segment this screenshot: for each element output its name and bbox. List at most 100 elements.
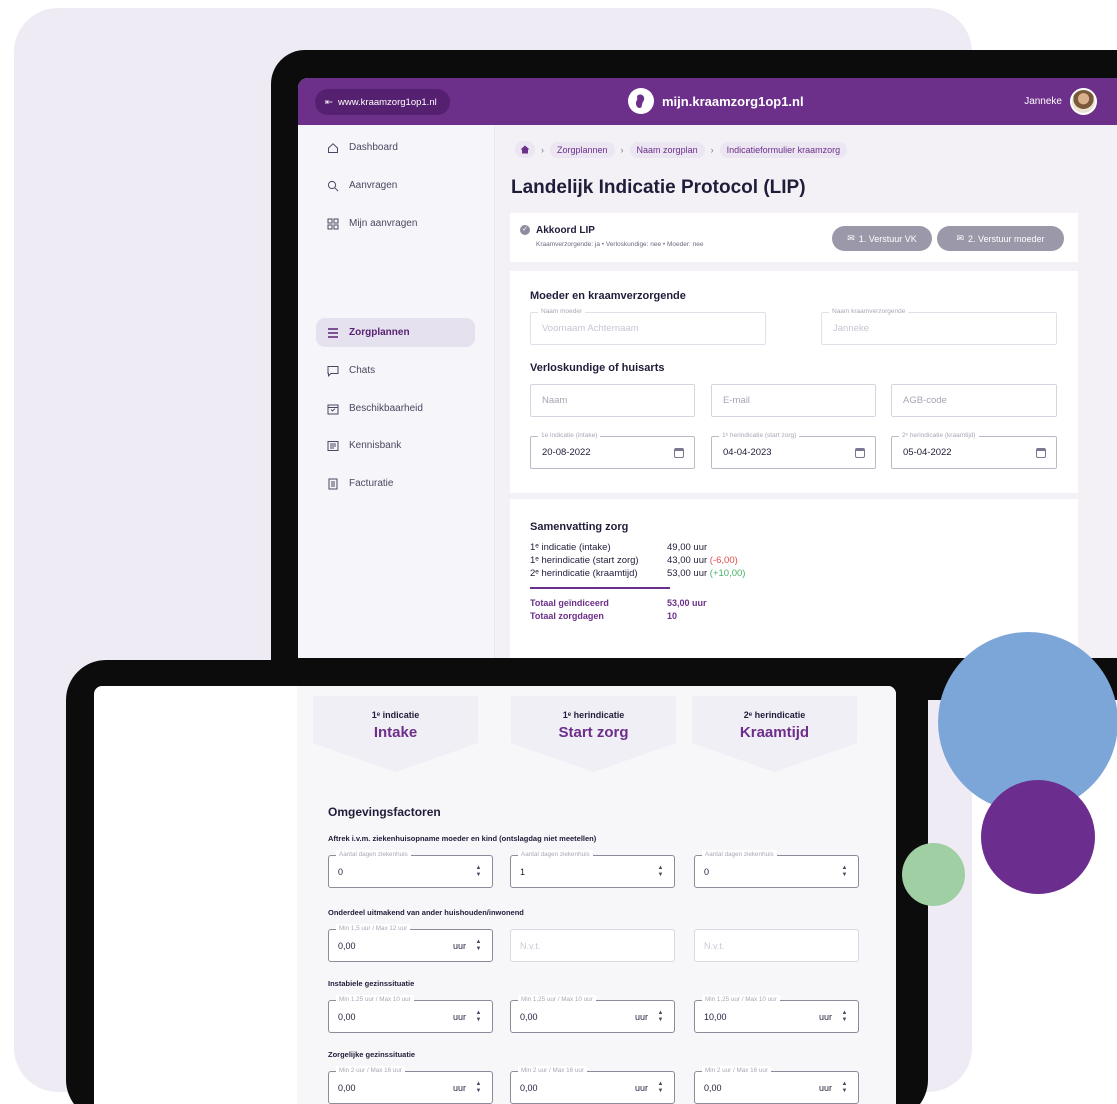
household-hours-input-disabled: N.v.t. (510, 929, 675, 962)
midwife-email-input[interactable]: E-mail (711, 384, 876, 417)
field-label: 1e indicatie (intake) (538, 431, 601, 441)
total-value: 53,00 uur (667, 598, 707, 608)
website-link[interactable]: ⇤ www.kraamzorg1op1.nl (315, 89, 450, 115)
mother-name-input[interactable]: Naam moeder Voornaam Achternaam (530, 307, 766, 345)
field-label: Min 1,5 uur / Max 12 uur (336, 924, 411, 934)
field-value: 0,00 (520, 1011, 538, 1022)
worrying-hours-input[interactable]: Min 2 uur / Max 16 uur 0,00 uur ▲ ▼ (510, 1066, 675, 1104)
stepper-icon[interactable]: ▲ ▼ (474, 1081, 483, 1095)
field-value: 0,00 (520, 1082, 538, 1093)
calendar-icon[interactable] (1036, 448, 1046, 458)
home-icon[interactable] (515, 141, 535, 158)
breadcrumb-item[interactable]: Zorgplannen (550, 141, 615, 158)
agb-code-input[interactable]: AGB-code (891, 384, 1057, 417)
sidebar-item-dashboard[interactable]: Dashboard (316, 133, 475, 162)
breadcrumb: › Zorgplannen › Naam zorgplan › Indicati… (515, 141, 848, 158)
breadcrumb-item[interactable]: Naam zorgplan (629, 141, 705, 158)
stepper-icon[interactable]: ▲ ▼ (474, 1010, 483, 1024)
stepper-icon[interactable]: ▲ ▼ (474, 939, 483, 953)
sidebar-item-aanvragen[interactable]: Aanvragen (316, 171, 475, 200)
sidebar-item-zorgplannen[interactable]: Zorgplannen (316, 318, 475, 347)
tab-kraamtijd[interactable]: 2ᵉ herindicatie Kraamtijd (692, 696, 857, 772)
sidebar-item-facturatie[interactable]: Facturatie (316, 469, 475, 498)
household-hours-input-disabled: N.v.t. (694, 929, 859, 962)
date-start-care-value: 04-04-2023 (723, 447, 772, 458)
summary-row-label: 1ᵉ herindicatie (start zorg) (530, 555, 639, 566)
tab-subtitle: 2ᵉ herindicatie (743, 710, 806, 720)
mother-name-placeholder: Voornaam Achternaam (542, 323, 639, 334)
unit-label: uur (634, 1083, 648, 1093)
book-icon (327, 440, 339, 452)
summary-hours: 53,00 uur (667, 568, 708, 579)
stepper-icon[interactable]: ▲ ▼ (840, 1010, 849, 1024)
avatar (1070, 88, 1097, 115)
approval-status: Kraamverzorgende: ja • Verloskundige: ne… (536, 241, 704, 248)
stepper-icon[interactable]: ▲ ▼ (840, 1081, 849, 1095)
send-mother-button[interactable]: ✉ 2. Verstuur moeder (937, 226, 1064, 251)
stepper-icon[interactable]: ▲ ▼ (474, 865, 483, 879)
sidebar-item-kennisbank[interactable]: Kennisbank (316, 431, 475, 460)
summary-hours: 43,00 uur (667, 555, 708, 566)
tab-start-zorg[interactable]: 1ᵉ herindicatie Start zorg (511, 696, 676, 772)
stepper-icon[interactable]: ▲ ▼ (840, 865, 849, 879)
midwife-name-input[interactable]: Naam (530, 384, 695, 417)
sidebar-item-label: Facturatie (349, 478, 394, 489)
send-mother-label: 2. Verstuur moeder (968, 233, 1045, 244)
user-menu[interactable]: Janneke (1024, 88, 1097, 115)
sidebar-item-mijn-aanvragen[interactable]: Mijn aanvragen (316, 209, 475, 238)
date-intake-input[interactable]: 1e indicatie (intake) 20-08-2022 (530, 431, 695, 469)
field-value: 0 (704, 866, 710, 877)
hospital-days-input[interactable]: Aantal dagen ziekenhuis 0 ▲ ▼ (328, 850, 493, 888)
tab-title: Start zorg (558, 724, 629, 741)
date-start-care-input[interactable]: 1ᵉ herindicatie (start zorg) 04-04-2023 (711, 431, 876, 469)
field-value: 1 (520, 866, 526, 877)
stepper-icon[interactable]: ▲ ▼ (656, 1010, 665, 1024)
calendar-icon[interactable] (674, 448, 684, 458)
tab-intake[interactable]: 1ᵉ indicatie Intake (313, 696, 478, 772)
field-value: 0,00 (338, 1082, 356, 1093)
name-placeholder: Naam (542, 395, 568, 406)
field-value: 0 (338, 866, 344, 877)
breadcrumb-item[interactable]: Indicatieformulier kraamzorg (719, 141, 848, 158)
sidebar-item-label: Mijn aanvragen (349, 218, 418, 229)
main-content: › Zorgplannen › Naam zorgplan › Indicati… (495, 125, 1117, 658)
list-icon (327, 327, 339, 339)
calendar-icon[interactable] (855, 448, 865, 458)
field-value: N.v.t. (520, 940, 541, 951)
tab-subtitle: 1ᵉ herindicatie (562, 710, 625, 720)
stepper-icon[interactable]: ▲ ▼ (656, 1081, 665, 1095)
search-icon (327, 180, 339, 192)
unstable-hours-input[interactable]: Min 1,25 uur / Max 10 uur 0,00 uur ▲ ▼ (510, 995, 675, 1033)
field-label: Min 1,25 uur / Max 10 uur (518, 995, 596, 1005)
section-title-mother: Moeder en kraamverzorgende (530, 290, 686, 302)
brand: mijn.kraamzorg1op1.nl (628, 88, 804, 114)
email-placeholder: E-mail (723, 395, 750, 406)
worrying-hours-input[interactable]: Min 2 uur / Max 16 uur 0,00 uur ▲ ▼ (328, 1066, 493, 1104)
sidebar-item-label: Zorgplannen (349, 327, 410, 338)
section-title-midwife: Verloskundige of huisarts (530, 362, 665, 374)
summary-row-value: 53,00 uur (+10,00) (667, 568, 745, 579)
vk-name-input[interactable]: Naam kraamverzorgende Janneke (821, 307, 1057, 345)
unstable-hours-input[interactable]: Min 1,25 uur / Max 10 uur 10,00 uur ▲ ▼ (694, 995, 859, 1033)
field-label: Naam moeder (538, 307, 586, 317)
group-title-household: Onderdeel uitmakend van ander huishouden… (328, 908, 524, 917)
send-vk-button[interactable]: ✉ 1. Verstuur VK (832, 226, 932, 251)
decor-circle-purple (981, 780, 1095, 894)
field-label: Naam kraamverzorgende (829, 307, 909, 317)
stepper-icon[interactable]: ▲ ▼ (656, 865, 665, 879)
days-value: 10 (667, 611, 678, 621)
sidebar-item-chats[interactable]: Chats (316, 356, 475, 385)
dashboard-screen: ⇤ www.kraamzorg1op1.nl mijn.kraamzorg1op… (298, 78, 1117, 658)
chevron-right-icon: › (620, 144, 624, 155)
worrying-hours-input[interactable]: Min 2 uur / Max 16 uur 0,00 uur ▲ ▼ (694, 1066, 859, 1104)
unit-label: uur (634, 1012, 648, 1022)
hospital-days-input[interactable]: Aantal dagen ziekenhuis 1 ▲ ▼ (510, 850, 675, 888)
household-hours-input[interactable]: Min 1,5 uur / Max 12 uur 0,00 uur ▲ ▼ (328, 924, 493, 962)
unstable-hours-input[interactable]: Min 1,25 uur / Max 10 uur 0,00 uur ▲ ▼ (328, 995, 493, 1033)
sidebar-item-beschikbaarheid[interactable]: Beschikbaarheid (316, 394, 475, 423)
date-kraamtijd-input[interactable]: 2ᵉ herindicatie (kraamtijd) 05-04-2022 (891, 431, 1057, 469)
hospital-days-input[interactable]: Aantal dagen ziekenhuis 0 ▲ ▼ (694, 850, 859, 888)
tab-subtitle: 1ᵉ indicatie (371, 710, 420, 720)
details-form: Moeder en kraamverzorgende Naam moeder V… (510, 271, 1078, 493)
summary-hours: 49,00 uur (667, 542, 708, 553)
